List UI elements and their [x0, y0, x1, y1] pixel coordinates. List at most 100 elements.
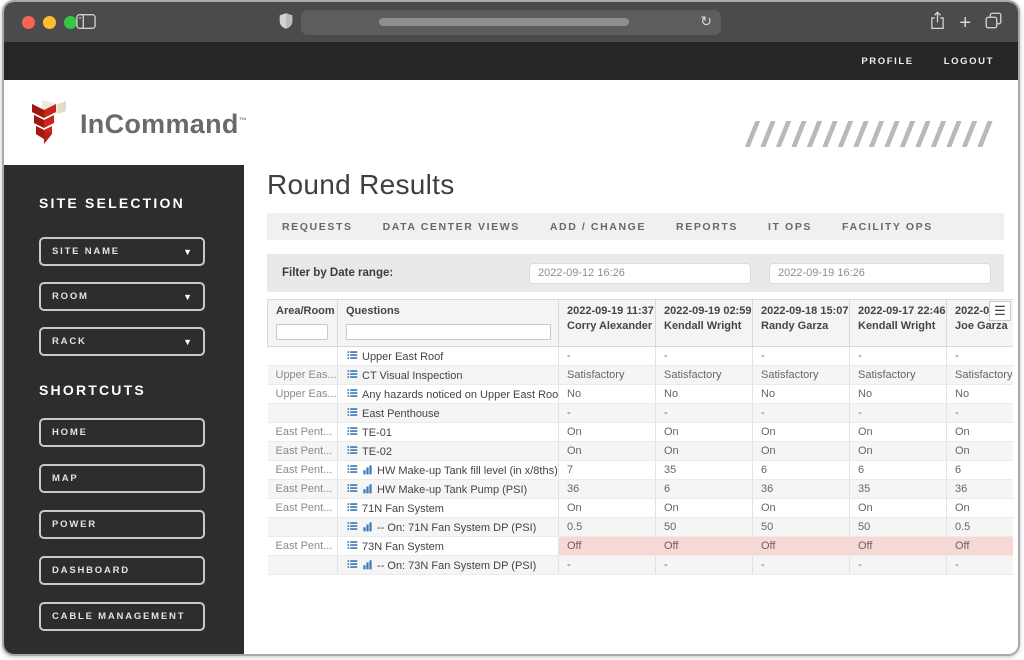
value-cell: On	[850, 499, 947, 518]
area-cell	[268, 404, 338, 423]
grid-menu-button[interactable]: ☰	[989, 301, 1011, 321]
sidebar-item-dashboard[interactable]: DASHBOARD	[39, 556, 205, 585]
value-cell: On	[656, 499, 753, 518]
question-list-icon[interactable]	[346, 539, 358, 554]
value-cell: 50	[656, 518, 753, 537]
area-cell	[268, 347, 338, 366]
dropdown-room[interactable]: ROOM▼	[39, 282, 205, 311]
table-row: East Pent...TE-01OnOnOnOnOn	[268, 423, 1014, 442]
value-cell: 6	[947, 461, 1014, 480]
value-cell: 0.5	[947, 518, 1014, 537]
sidebar-item-map[interactable]: MAP	[39, 464, 205, 493]
question-list-icon[interactable]	[346, 558, 358, 573]
date-to-input[interactable]	[769, 263, 991, 284]
questions-column-filter-input[interactable]	[346, 324, 551, 340]
tab-reports[interactable]: REPORTS	[661, 221, 753, 233]
question-cell: Upper East Roof	[338, 347, 559, 366]
sidebar-item-cable-management[interactable]: CABLE MANAGEMENT	[39, 602, 205, 631]
value-cell: No	[850, 385, 947, 404]
question-list-icon[interactable]	[346, 501, 358, 516]
value-cell: -	[656, 347, 753, 366]
chevron-down-icon: ▼	[183, 337, 192, 347]
question-cell: -- On: 73N Fan System DP (PSI)	[338, 556, 559, 575]
table-row: Upper Eas...CT Visual InspectionSatisfac…	[268, 366, 1014, 385]
dropdown-rack[interactable]: RACK ▼	[39, 327, 205, 356]
question-chart-icon[interactable]	[362, 559, 373, 573]
close-button[interactable]	[22, 16, 35, 29]
area-cell: East Pent...	[268, 423, 338, 442]
sidebar-item-power[interactable]: POWER	[39, 510, 205, 539]
question-chart-icon[interactable]	[362, 464, 373, 478]
shortcut-label: POWER	[52, 519, 97, 530]
question-list-icon[interactable]	[346, 444, 358, 459]
dropdown-label: RACK	[52, 336, 87, 347]
value-cell: On	[947, 423, 1014, 442]
question-list-icon[interactable]	[346, 520, 358, 535]
value-cell: Satisfactory	[656, 366, 753, 385]
app-top-bar: PROFILE LOGOUT	[4, 42, 1018, 80]
address-bar[interactable]: ↻	[301, 10, 721, 35]
window-controls	[22, 16, 77, 29]
sidebar-toggle-icon[interactable]	[76, 13, 96, 35]
area-cell	[268, 518, 338, 537]
show-tabs-icon[interactable]	[985, 12, 1002, 34]
dropdown-site-name[interactable]: SITE NAME▼	[39, 237, 205, 266]
sidebar-item-home[interactable]: HOME	[39, 418, 205, 447]
site-selection-heading: SITE SELECTION	[39, 195, 244, 211]
question-list-icon[interactable]	[346, 349, 358, 364]
value-cell: 35	[656, 461, 753, 480]
profile-link[interactable]: PROFILE	[861, 56, 913, 67]
brand-name: InCommand™	[80, 109, 247, 140]
area-cell: East Pent...	[268, 442, 338, 461]
question-cell: TE-01	[338, 423, 559, 442]
tab-data-center-views[interactable]: DATA CENTER VIEWS	[368, 221, 535, 233]
column-header-area: Area/Room	[268, 300, 338, 347]
question-list-icon[interactable]	[346, 368, 358, 383]
value-cell: 50	[850, 518, 947, 537]
value-cell: 6	[656, 480, 753, 499]
question-list-icon[interactable]	[346, 463, 358, 478]
value-cell: -	[850, 347, 947, 366]
question-chart-icon[interactable]	[362, 521, 373, 535]
tab-requests[interactable]: REQUESTS	[267, 221, 368, 233]
value-cell: 6	[850, 461, 947, 480]
logout-link[interactable]: LOGOUT	[944, 56, 994, 67]
share-icon[interactable]	[930, 11, 945, 35]
shortcut-label: HOME	[52, 427, 88, 438]
value-cell: Off	[850, 537, 947, 556]
value-cell: 35	[850, 480, 947, 499]
value-cell: -	[947, 556, 1014, 575]
area-cell: East Pent...	[268, 499, 338, 518]
main-nav-tabs: REQUESTSDATA CENTER VIEWSADD / CHANGEREP…	[267, 213, 1004, 240]
question-cell: Any hazards noticed on Upper East Roof?	[338, 385, 559, 404]
reload-icon[interactable]: ↻	[700, 13, 712, 30]
question-cell: -- On: 71N Fan System DP (PSI)	[338, 518, 559, 537]
value-cell: Satisfactory	[850, 366, 947, 385]
column-header-result: 2022-09-19 11:37Corry Alexander	[559, 300, 656, 347]
minimize-button[interactable]	[43, 16, 56, 29]
question-cell: HW Make-up Tank fill level (in x/8ths) (…	[338, 461, 559, 480]
value-cell: Off	[656, 537, 753, 556]
question-cell: TE-02	[338, 442, 559, 461]
question-chart-icon[interactable]	[362, 483, 373, 497]
date-filter-bar: Filter by Date range:	[267, 254, 1004, 292]
browser-chrome: ↻ +	[4, 2, 1018, 42]
tab-it-ops[interactable]: IT OPS	[753, 221, 827, 233]
area-column-filter-input[interactable]	[276, 324, 328, 340]
incommand-logo[interactable]: InCommand™	[28, 98, 247, 151]
shortcut-label: DASHBOARD	[52, 565, 130, 576]
date-from-input[interactable]	[529, 263, 751, 284]
question-list-icon[interactable]	[346, 387, 358, 402]
value-cell: 36	[559, 480, 656, 499]
question-list-icon[interactable]	[346, 425, 358, 440]
column-header-result: 2022-09-17 22:46Kendall Wright	[850, 300, 947, 347]
question-list-icon[interactable]	[346, 406, 358, 421]
question-list-icon[interactable]	[346, 482, 358, 497]
new-tab-icon[interactable]: +	[959, 13, 971, 33]
dropdown-label: SITE NAME	[52, 246, 120, 257]
value-cell: -	[656, 556, 753, 575]
tab-facility-ops[interactable]: FACILITY OPS	[827, 221, 948, 233]
table-row: Upper Eas...Any hazards noticed on Upper…	[268, 385, 1014, 404]
tab-add-change[interactable]: ADD / CHANGE	[535, 221, 661, 233]
value-cell: -	[850, 404, 947, 423]
